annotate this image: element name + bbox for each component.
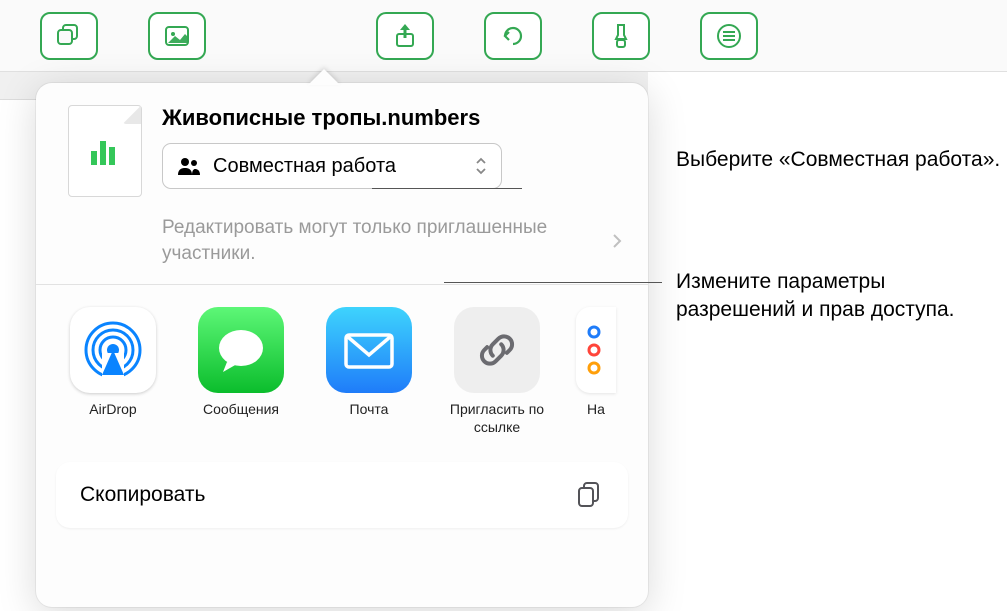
- app-label: Сообщения: [203, 401, 279, 419]
- share-icon: [391, 22, 419, 50]
- callout-line: [372, 188, 522, 189]
- toolbar-format-button[interactable]: [592, 12, 650, 60]
- callout-line: [444, 282, 662, 283]
- app-toolbar: [0, 0, 1007, 72]
- app-label: AirDrop: [89, 401, 136, 419]
- copy-label: Скопировать: [80, 483, 574, 507]
- toolbar-undo-button[interactable]: [484, 12, 542, 60]
- mail-icon: [326, 307, 412, 393]
- app-label: Пригласить по ссылке: [448, 401, 546, 436]
- share-app-messages[interactable]: Сообщения: [192, 307, 290, 436]
- permissions-text: Редактировать могут только приглашенные …: [162, 215, 606, 266]
- photo-icon: [163, 22, 191, 50]
- share-apps-row: AirDrop Сообщения Почта Пригласить по сс…: [36, 285, 648, 444]
- chevron-updown-icon: [475, 157, 487, 175]
- toolbar-menu-button[interactable]: [700, 12, 758, 60]
- share-popover: Живописные тропы.numbers Совместная рабо…: [36, 83, 648, 607]
- document-title: Живописные тропы.numbers: [162, 105, 622, 131]
- chevron-right-icon: [612, 233, 622, 249]
- messages-icon: [198, 307, 284, 393]
- copy-icon: [574, 480, 604, 510]
- toolbar-media-button[interactable]: [148, 12, 206, 60]
- share-app-reminders-partial[interactable]: На: [576, 307, 616, 436]
- rect-stack-icon: [55, 22, 83, 50]
- people-icon: [177, 156, 201, 176]
- toolbar-share-button[interactable]: [376, 12, 434, 60]
- brush-icon: [607, 22, 635, 50]
- toolbar-shapes-button[interactable]: [40, 12, 98, 60]
- mode-label: Совместная работа: [213, 155, 463, 178]
- link-icon: [454, 307, 540, 393]
- share-app-mail[interactable]: Почта: [320, 307, 418, 436]
- menu-circle-icon: [715, 22, 743, 50]
- share-app-airdrop[interactable]: AirDrop: [64, 307, 162, 436]
- permissions-row[interactable]: Редактировать могут только приглашенные …: [36, 197, 648, 284]
- callout-text: Выберите «Совместная работа».: [676, 146, 1000, 174]
- undo-icon: [499, 22, 527, 50]
- share-header: Живописные тропы.numbers Совместная рабо…: [36, 105, 648, 197]
- collaboration-mode-select[interactable]: Совместная работа: [162, 143, 502, 189]
- copy-action[interactable]: Скопировать: [56, 462, 628, 528]
- popover-arrow: [308, 69, 340, 85]
- app-label: На: [587, 401, 605, 419]
- reminders-icon: [576, 307, 616, 393]
- airdrop-icon: [70, 307, 156, 393]
- app-label: Почта: [350, 401, 389, 419]
- share-app-invite-link[interactable]: Пригласить по ссылке: [448, 307, 546, 436]
- document-thumbnail-icon: [68, 105, 142, 197]
- callout-text: Измените параметры разрешений и прав дос…: [676, 268, 956, 325]
